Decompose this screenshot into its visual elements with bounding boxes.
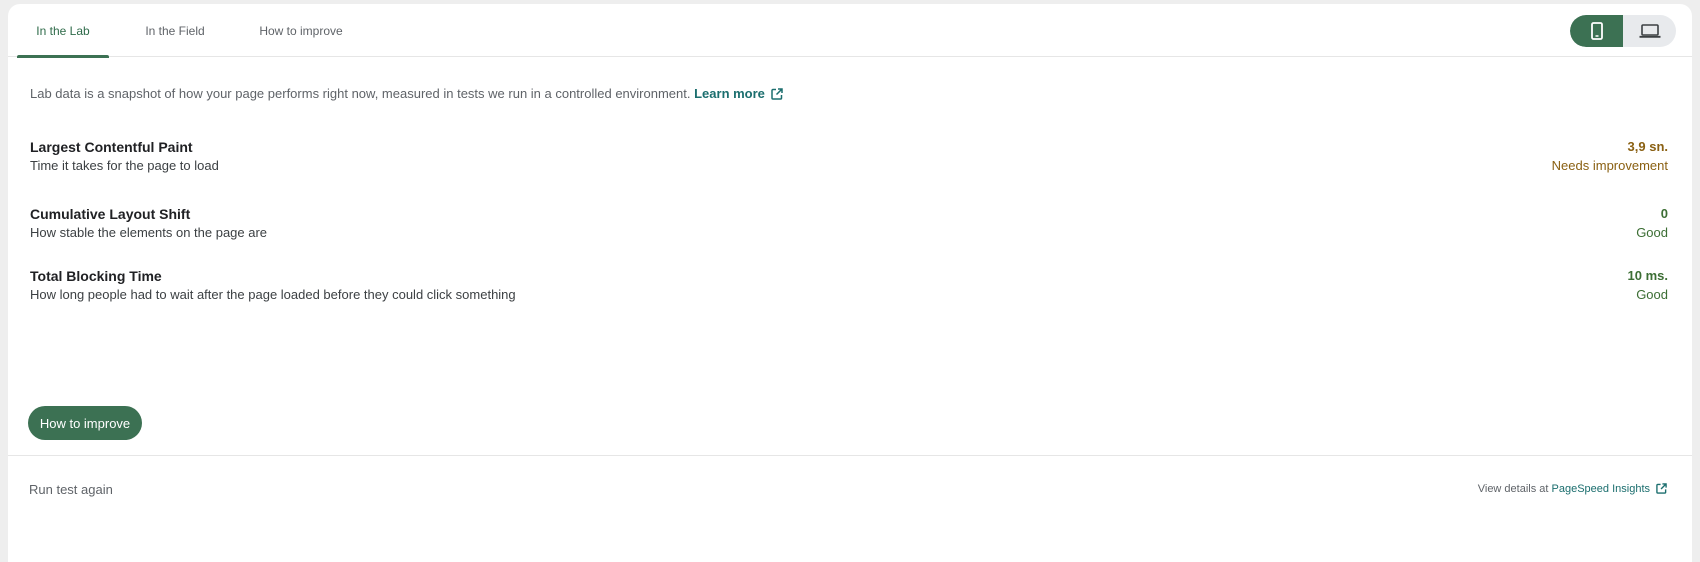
tab-bar: In the Lab In the Field How to improve	[8, 4, 1692, 58]
metric-value: 3,9 sn.	[1627, 139, 1668, 154]
metric-title: Total Blocking Time	[30, 268, 162, 284]
learn-more-link[interactable]: Learn more	[694, 86, 783, 101]
run-test-again-link[interactable]: Run test again	[29, 482, 113, 497]
metric-cls: Cumulative Layout Shift How stable the e…	[30, 206, 1668, 240]
metric-value-block: 0 Good	[1636, 206, 1668, 240]
metric-value-block: 10 ms. Good	[1628, 268, 1668, 302]
how-to-improve-button[interactable]: How to improve	[28, 406, 142, 440]
pagespeed-insights-link[interactable]: PageSpeed Insights	[1552, 483, 1667, 495]
pagespeed-insights-label: PageSpeed Insights	[1551, 483, 1650, 495]
metric-title: Cumulative Layout Shift	[30, 206, 191, 222]
device-toggle	[1570, 15, 1676, 47]
metric-status: Good	[1636, 287, 1668, 302]
tab-in-the-lab[interactable]: In the Lab	[17, 4, 109, 58]
metric-value-block: 3,9 sn. Needs improvement	[1552, 139, 1668, 173]
mobile-button[interactable]	[1570, 15, 1623, 47]
metric-status: Good	[1636, 225, 1668, 240]
external-link-icon	[1656, 483, 1667, 494]
lab-data-card: In the Lab In the Field How to improve L…	[8, 4, 1692, 562]
learn-more-label: Learn more	[694, 86, 765, 101]
metric-value: 0	[1660, 206, 1668, 221]
view-details-prefix: View details at	[1477, 483, 1549, 495]
tab-in-the-field[interactable]: In the Field	[132, 4, 218, 57]
metric-description: How stable the elements on the page are	[30, 225, 268, 240]
desktop-button[interactable]	[1623, 15, 1676, 47]
tab-how-to-improve[interactable]: How to improve	[248, 4, 354, 57]
metric-status: Needs improvement	[1551, 158, 1668, 173]
metric-value: 10 ms.	[1627, 268, 1668, 283]
intro-text: Lab data is a snapshot of how your page …	[30, 86, 783, 101]
metric-tbt: Total Blocking Time How long people had …	[30, 268, 1668, 302]
footer: Run test again View details at PageSpeed…	[8, 455, 1692, 562]
view-details: View details at PageSpeed Insights	[1478, 483, 1667, 495]
mobile-icon	[1590, 22, 1603, 40]
metric-description: Time it takes for the page to load	[30, 158, 219, 173]
metric-lcp: Largest Contentful Paint Time it takes f…	[30, 139, 1668, 173]
metric-title: Largest Contentful Paint	[30, 139, 193, 155]
intro-description: Lab data is a snapshot of how your page …	[30, 86, 691, 101]
metric-description: How long people had to wait after the pa…	[30, 287, 516, 302]
laptop-icon	[1639, 24, 1660, 38]
external-link-icon	[771, 88, 783, 100]
